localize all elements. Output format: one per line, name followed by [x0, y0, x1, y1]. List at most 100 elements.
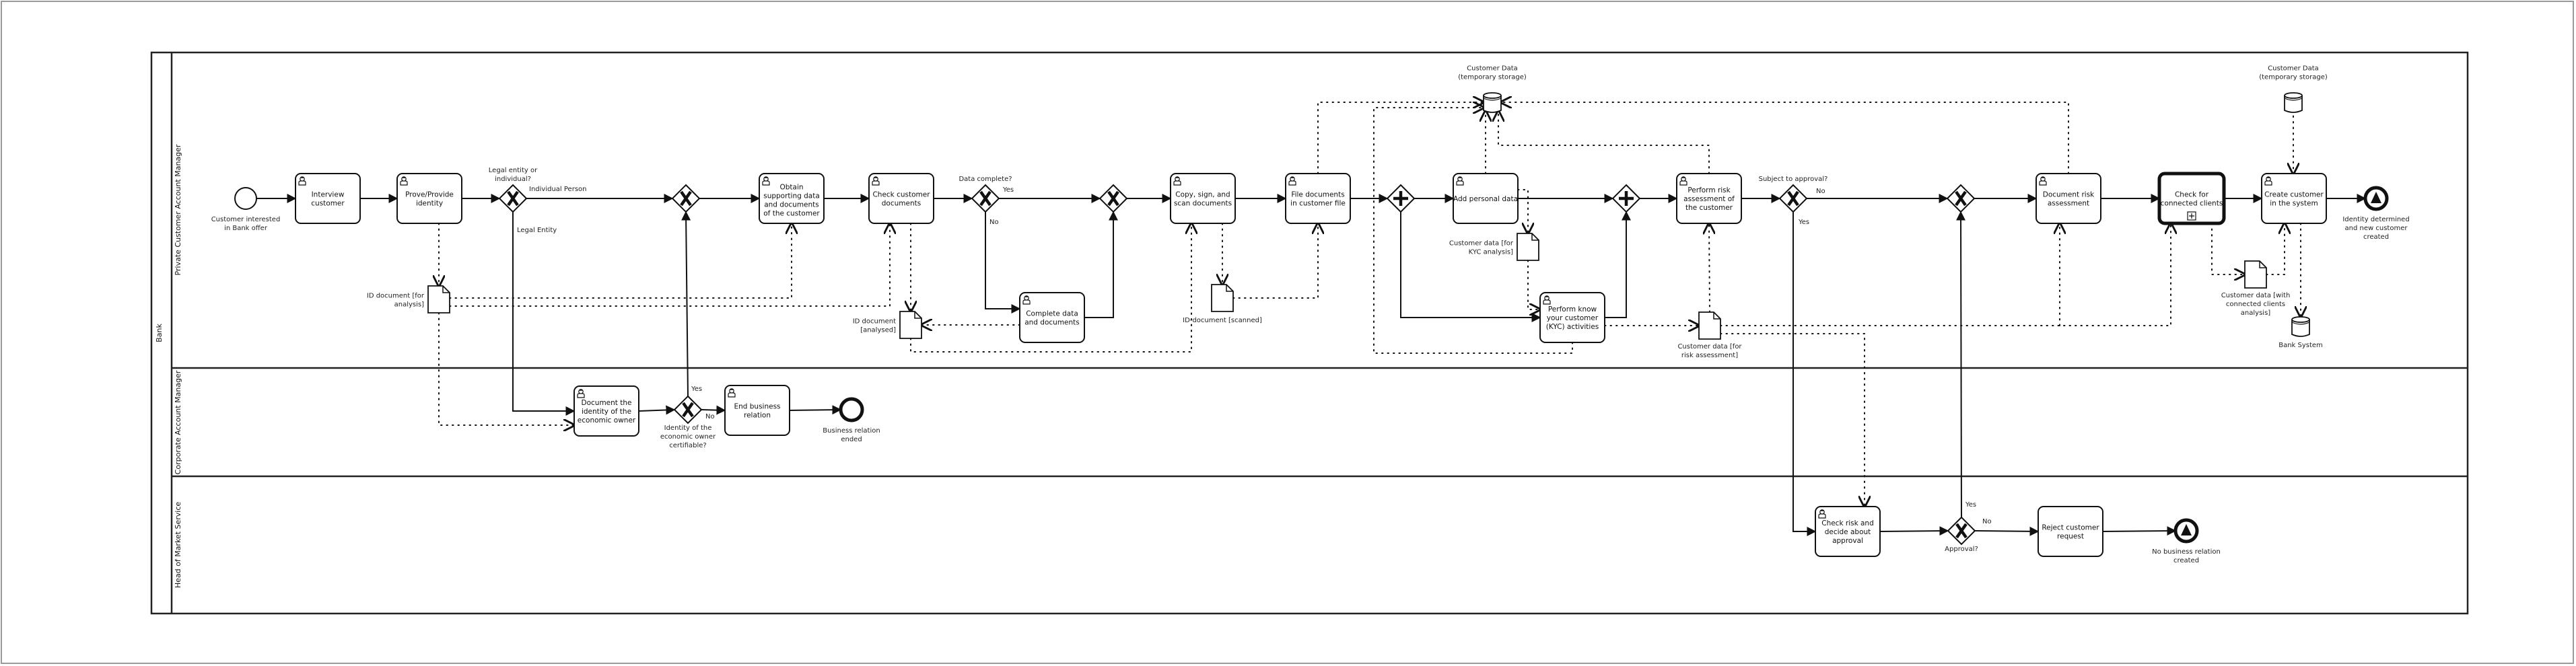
- user-task-icon: [1288, 176, 1296, 186]
- data-association[interactable]: [2266, 223, 2285, 275]
- task-reject[interactable]: Reject customer request: [2038, 506, 2103, 557]
- gateway-owner[interactable]: Identity of the economic owner certifiable…: [660, 395, 716, 449]
- gateway-merge1[interactable]: [671, 184, 701, 213]
- data-association[interactable]: [2211, 223, 2245, 274]
- task-check-risk[interactable]: Check risk and decide about approval: [1815, 506, 1881, 557]
- flow-label-approval-q-yes: Yes: [1798, 219, 1809, 226]
- task-end-rel[interactable]: End business relation: [724, 385, 790, 436]
- data-association[interactable]: [1709, 223, 1710, 313]
- task-create[interactable]: Create customer in the system: [2261, 173, 2327, 224]
- task-doc-risk[interactable]: Document risk assessment: [2035, 173, 2101, 224]
- flow-label-owner-yes: Yes: [691, 385, 702, 393]
- task-label: Interview customer: [311, 191, 345, 208]
- gateway-merge2[interactable]: [1099, 184, 1128, 213]
- event-start[interactable]: Customer interested in Bank offer: [211, 187, 281, 232]
- data-association[interactable]: [1317, 102, 1484, 174]
- task-add[interactable]: Add personal data: [1453, 173, 1519, 224]
- lane-label: Private Customer Account Manager: [174, 144, 182, 275]
- event-end-identity[interactable]: Identity determined and new customer creat…: [2342, 186, 2410, 241]
- user-task-icon: [298, 176, 306, 186]
- event-end-no-relation[interactable]: No business relation created: [2152, 518, 2221, 564]
- data-object-label: Customer data [for KYC analysis]: [1449, 240, 1514, 256]
- flow-data-no[interactable]: [985, 212, 1021, 313]
- user-task-icon: [2039, 176, 2047, 186]
- task-label: Add personal data: [1453, 195, 1518, 203]
- data-store-temp1[interactable]: Customer Data (temporary storage): [1458, 65, 1527, 113]
- sequence-flow[interactable]: [638, 405, 676, 415]
- sequence-flow[interactable]: [1605, 211, 1631, 318]
- data-association[interactable]: [449, 223, 890, 307]
- sequence-flows: [256, 194, 2367, 536]
- user-task-icon: [1022, 295, 1031, 305]
- data-store-bank[interactable]: Bank System: [2278, 316, 2323, 349]
- data-association[interactable]: [438, 312, 574, 425]
- sequence-flow[interactable]: [1084, 211, 1118, 318]
- data-association[interactable]: [1232, 223, 1318, 299]
- user-task-icon: [762, 176, 770, 186]
- user-task-icon: [872, 176, 880, 186]
- flow-legal-entity[interactable]: [512, 212, 576, 416]
- flow-label-individual: Individual Person: [529, 186, 586, 193]
- flow-approval-required[interactable]: [1792, 212, 1817, 536]
- data-object-id-analysis[interactable]: ID document [for analysis]: [367, 285, 450, 313]
- data-store-temp2[interactable]: Customer Data (temporary storage): [2259, 65, 2328, 113]
- data-object-connected[interactable]: Customer data [with connected clients anal…: [2221, 260, 2291, 317]
- data-associations: [439, 102, 2301, 507]
- task-check-docs[interactable]: Check customer documents: [868, 173, 934, 224]
- task-doc-owner[interactable]: Document the identity of the economic owne…: [573, 385, 639, 437]
- task-label: Perform risk assessment of the customer: [1683, 186, 1735, 212]
- data-association[interactable]: [449, 223, 792, 299]
- data-object-risk[interactable]: Customer data [for risk assessment]: [1677, 311, 1742, 359]
- flow-label-data-no: No: [989, 219, 999, 226]
- gateway-data[interactable]: Data complete?: [959, 176, 1012, 213]
- lane-label: Head of Market Service: [174, 502, 182, 589]
- event-end-relation[interactable]: Business relation ended: [823, 397, 880, 443]
- sequence-flow[interactable]: [1400, 212, 1541, 322]
- event-label: Identity determined and new customer creat…: [2342, 216, 2409, 241]
- task-label: Create customer in the system: [2264, 191, 2324, 208]
- user-task-icon: [577, 389, 585, 398]
- flow-label-legal: Legal Entity: [517, 227, 557, 234]
- task-interview[interactable]: Interview customer: [295, 173, 361, 224]
- task-label: Perform know your customer (KYC) activitie…: [1546, 305, 1599, 331]
- flow-label-approval-q-no: No: [1816, 188, 1825, 195]
- data-object-id-analysed[interactable]: ID document [analysed]: [853, 311, 922, 339]
- task-risk[interactable]: Perform risk assessment of the customer: [1676, 173, 1742, 224]
- task-complete[interactable]: Complete data and documents: [1019, 292, 1085, 343]
- event-label: Customer interested in Bank offer: [211, 216, 281, 232]
- task-label: File documents in customer file: [1290, 191, 1346, 208]
- gateway-par-join[interactable]: [1611, 184, 1641, 213]
- task-label: Document the identity of the economic owne…: [578, 399, 636, 424]
- user-task-icon: [1173, 176, 1181, 186]
- task-obtain[interactable]: Obtain supporting data and documents of the…: [759, 173, 825, 224]
- task-kyc[interactable]: Perform know your customer (KYC) activitie…: [1539, 292, 1605, 343]
- gateway-approval[interactable]: Approval?: [1945, 516, 1978, 553]
- gateway-label: Subject to approval?: [1759, 176, 1828, 183]
- data-association[interactable]: [1720, 223, 2171, 326]
- pool-label: Bank: [155, 324, 164, 342]
- gateway-merge3[interactable]: [1946, 184, 1976, 213]
- user-task-icon: [1818, 509, 1826, 519]
- task-label: Document risk assessment: [2043, 191, 2095, 208]
- data-association[interactable]: [1498, 111, 1710, 174]
- data-object-label: ID-document [scanned]: [1183, 317, 1262, 324]
- data-store-label: Customer Data (temporary storage): [1458, 65, 1527, 81]
- lane-label: Corporate Account Manager: [174, 370, 182, 474]
- data-object-id-scanned[interactable]: ID-document [scanned]: [1183, 284, 1262, 324]
- data-association[interactable]: [1517, 189, 1528, 233]
- gateway-par-split[interactable]: [1386, 184, 1416, 213]
- user-task-icon: [728, 388, 736, 398]
- flow-nodes: Interview customer Prove/Provide identity Ob…: [211, 65, 2410, 565]
- data-association[interactable]: [1501, 102, 2069, 174]
- cylinder-top: [2291, 316, 2310, 323]
- pool-border: [150, 51, 2469, 615]
- data-object-kyc[interactable]: Customer data [for KYC analysis]: [1449, 233, 1539, 261]
- task-file[interactable]: File documents in customer file: [1285, 173, 1351, 224]
- document-icon: [2244, 260, 2267, 289]
- lane-corporate-account-manager: Corporate Account Manager: [172, 370, 2468, 478]
- task-connected[interactable]: Check for connected clients: [2157, 172, 2226, 225]
- task-prove[interactable]: Prove/Provide identity: [396, 173, 462, 224]
- task-copy[interactable]: Copy, sign, and scan documents: [1170, 173, 1236, 224]
- event-label: Business relation ended: [823, 427, 880, 443]
- data-association[interactable]: [1527, 260, 1540, 309]
